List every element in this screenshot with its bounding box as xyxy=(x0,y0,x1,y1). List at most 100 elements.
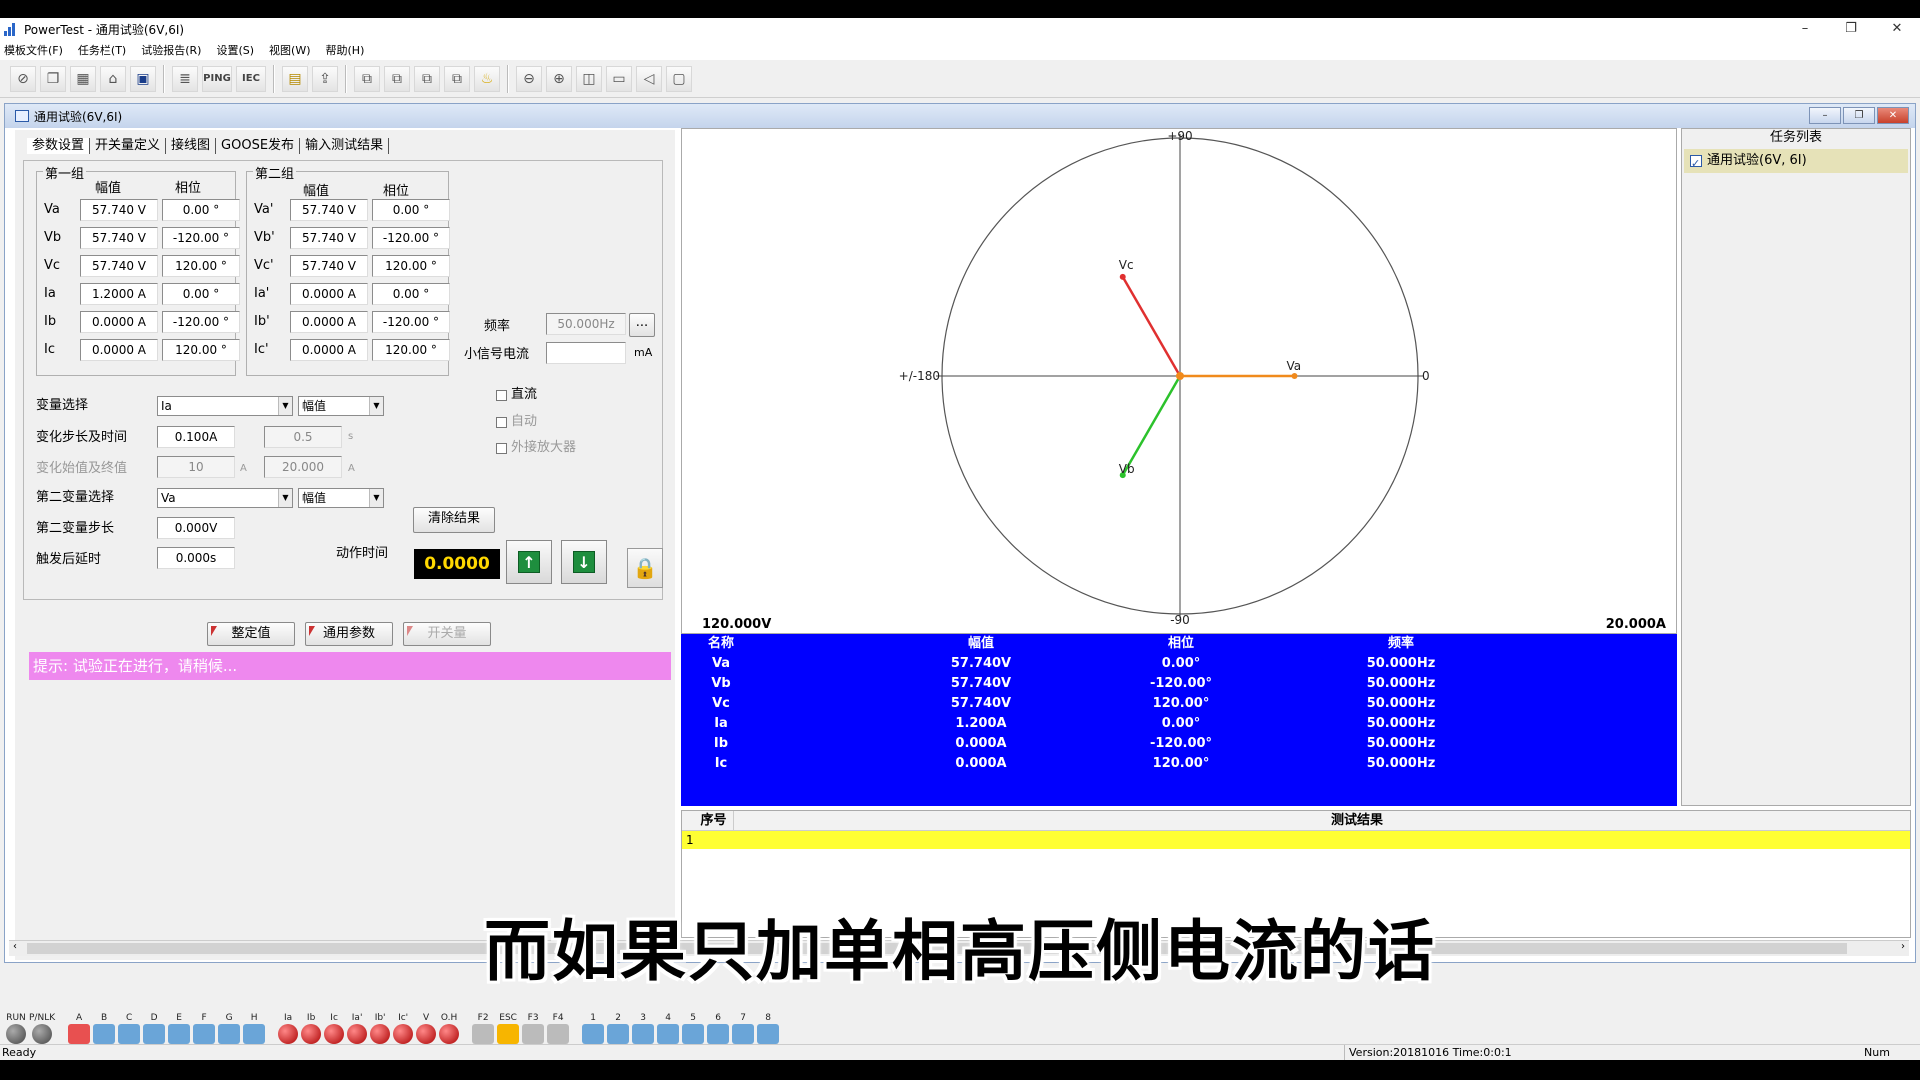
var-select-dropdown[interactable]: Ia ▼ xyxy=(157,396,293,416)
tab-goose-publish[interactable]: GOOSE发布 xyxy=(216,138,301,154)
group2-mag-field[interactable]: 57.740 V xyxy=(290,199,368,221)
menu-view[interactable]: 视图(W) xyxy=(269,42,310,58)
menu-report[interactable]: 试验报告(R) xyxy=(141,42,201,58)
ping-button[interactable]: PING xyxy=(202,65,232,92)
monitor-icon[interactable]: ▭ xyxy=(606,65,632,92)
child-minimize-button[interactable]: – xyxy=(1809,107,1841,124)
group2-ang-field[interactable]: 120.00 ° xyxy=(372,255,450,277)
auto-checkbox-box[interactable] xyxy=(496,416,507,428)
view2-icon[interactable]: ⧉ xyxy=(384,65,410,92)
export-icon[interactable]: ⇪ xyxy=(312,65,338,92)
frequency-field[interactable]: 50.000Hz xyxy=(546,313,626,335)
measurement-cell: 50.000Hz xyxy=(1366,756,1436,771)
group2-mag-field[interactable]: 0.0000 A xyxy=(290,311,368,333)
lightbulb-icon[interactable]: ♨ xyxy=(474,65,500,92)
clear-results-button[interactable]: 清除结果 xyxy=(413,507,495,533)
group1-mag-field[interactable]: 57.740 V xyxy=(80,227,158,249)
menu-template-file[interactable]: 模板文件(F) xyxy=(4,42,63,58)
group1-mag-field[interactable]: 57.740 V xyxy=(80,255,158,277)
tab-wiring-diagram[interactable]: 接线图 xyxy=(166,138,217,154)
tool-icon[interactable]: ⌂ xyxy=(100,65,126,92)
var2-select-dropdown[interactable]: Va ▼ xyxy=(157,488,293,508)
group1-mag-field[interactable]: 1.2000 A xyxy=(80,283,158,305)
tab-input-results[interactable]: 输入测试结果 xyxy=(300,138,390,154)
task-list-item[interactable]: 通用试验(6V, 6I) xyxy=(1684,149,1908,176)
step-field[interactable]: 0.100A xyxy=(157,426,235,448)
fkey-button[interactable]: F3 xyxy=(522,1012,545,1044)
group2-ang-field[interactable]: 0.00 ° xyxy=(372,283,450,305)
ext-amp-checkbox-box[interactable] xyxy=(496,442,507,454)
menu-help[interactable]: 帮助(H) xyxy=(326,42,365,58)
table-row[interactable]: 1 xyxy=(682,831,1910,849)
group1-ang-field[interactable]: 0.00 ° xyxy=(162,283,240,305)
switch-button[interactable]: 开关量 xyxy=(403,622,491,646)
ext-amp-checkbox[interactable]: 外接放大器 xyxy=(496,440,576,456)
menu-settings[interactable]: 设置(S) xyxy=(216,42,254,58)
var2-step-field[interactable]: 0.000V xyxy=(157,517,235,539)
tab-switch-definition[interactable]: 开关量定义 xyxy=(90,138,167,154)
common-params-button[interactable]: 通用参数 xyxy=(305,622,393,646)
setting-values-button[interactable]: 整定值 xyxy=(207,622,295,646)
chevron-down-icon[interactable]: ▼ xyxy=(369,489,383,507)
end-field[interactable]: 20.000 xyxy=(264,456,342,478)
auto-checkbox[interactable]: 自动 xyxy=(496,414,537,430)
book-icon[interactable]: ▤ xyxy=(282,65,308,92)
menu-taskbar[interactable]: 任务栏(T) xyxy=(78,42,126,58)
group1-mag-field[interactable]: 0.0000 A xyxy=(80,311,158,333)
save-icon[interactable]: ▣ xyxy=(130,65,156,92)
zoom-in-icon[interactable]: ⊕ xyxy=(546,65,572,92)
fkey-button[interactable]: ESC xyxy=(497,1012,520,1044)
group2-ang-field[interactable]: 0.00 ° xyxy=(372,199,450,221)
var-type-dropdown[interactable]: 幅值 ▼ xyxy=(298,396,384,416)
group2-mag-field[interactable]: 57.740 V xyxy=(290,227,368,249)
start-field[interactable]: 10 xyxy=(157,456,235,478)
chevron-down-icon[interactable]: ▼ xyxy=(278,397,292,415)
maximize-button[interactable]: ❐ xyxy=(1828,18,1874,40)
close-button[interactable]: ✕ xyxy=(1874,18,1920,40)
group2-ang-field[interactable]: -120.00 ° xyxy=(372,311,450,333)
minimize-button[interactable]: – xyxy=(1782,18,1828,40)
zoom-out-icon[interactable]: ⊖ xyxy=(516,65,542,92)
child-restore-button[interactable]: ❐ xyxy=(1843,107,1875,124)
chart-icon[interactable]: ◫ xyxy=(576,65,602,92)
copy-icon[interactable]: ❐ xyxy=(40,65,66,92)
view4-icon[interactable]: ⧉ xyxy=(444,65,470,92)
view3-icon[interactable]: ⧉ xyxy=(414,65,440,92)
time-field[interactable]: 0.5 xyxy=(264,426,342,448)
back-icon[interactable]: ◁ xyxy=(636,65,662,92)
var2-type-dropdown[interactable]: 幅值 ▼ xyxy=(298,488,384,508)
chevron-down-icon[interactable]: ▼ xyxy=(369,397,383,415)
trigger-delay-field[interactable]: 0.000s xyxy=(157,547,235,569)
group2-mag-field[interactable]: 57.740 V xyxy=(290,255,368,277)
group1-ang-field[interactable]: 0.00 ° xyxy=(162,199,240,221)
dc-checkbox[interactable]: 直流 xyxy=(496,387,537,403)
group1-ang-field[interactable]: -120.00 ° xyxy=(162,227,240,249)
window-icon[interactable]: ▢ xyxy=(666,65,692,92)
step-down-button[interactable]: ↓ xyxy=(561,540,607,584)
fkey-button[interactable]: F2 xyxy=(472,1012,495,1044)
group2-mag-field[interactable]: 0.0000 A xyxy=(290,283,368,305)
report-icon[interactable]: ≣ xyxy=(172,65,198,92)
tab-parameters[interactable]: 参数设置 xyxy=(27,138,91,154)
lock-button[interactable]: 🔒 xyxy=(627,548,663,588)
chevron-down-icon[interactable]: ▼ xyxy=(278,489,292,507)
child-close-button[interactable]: ✕ xyxy=(1877,107,1909,124)
group1-ang-field[interactable]: 120.00 ° xyxy=(162,255,240,277)
group1-mag-field[interactable]: 57.740 V xyxy=(80,199,158,221)
group2-ang-field[interactable]: 120.00 ° xyxy=(372,339,450,361)
group1-ang-field[interactable]: 120.00 ° xyxy=(162,339,240,361)
task-checkbox[interactable] xyxy=(1690,152,1702,176)
group2-mag-field[interactable]: 0.0000 A xyxy=(290,339,368,361)
dc-checkbox-box[interactable] xyxy=(496,389,507,401)
iec-button[interactable]: IEC xyxy=(236,65,266,92)
calculator-icon[interactable]: ▦ xyxy=(70,65,96,92)
group2-ang-field[interactable]: -120.00 ° xyxy=(372,227,450,249)
fkey-button[interactable]: F4 xyxy=(547,1012,570,1044)
open-template-icon[interactable]: ⊘ xyxy=(10,65,36,92)
small-current-field[interactable] xyxy=(546,342,626,364)
group1-mag-field[interactable]: 0.0000 A xyxy=(80,339,158,361)
step-up-button[interactable]: ↑ xyxy=(506,540,552,584)
group1-ang-field[interactable]: -120.00 ° xyxy=(162,311,240,333)
frequency-more-button[interactable]: ... xyxy=(629,313,655,337)
view1-icon[interactable]: ⧉ xyxy=(354,65,380,92)
